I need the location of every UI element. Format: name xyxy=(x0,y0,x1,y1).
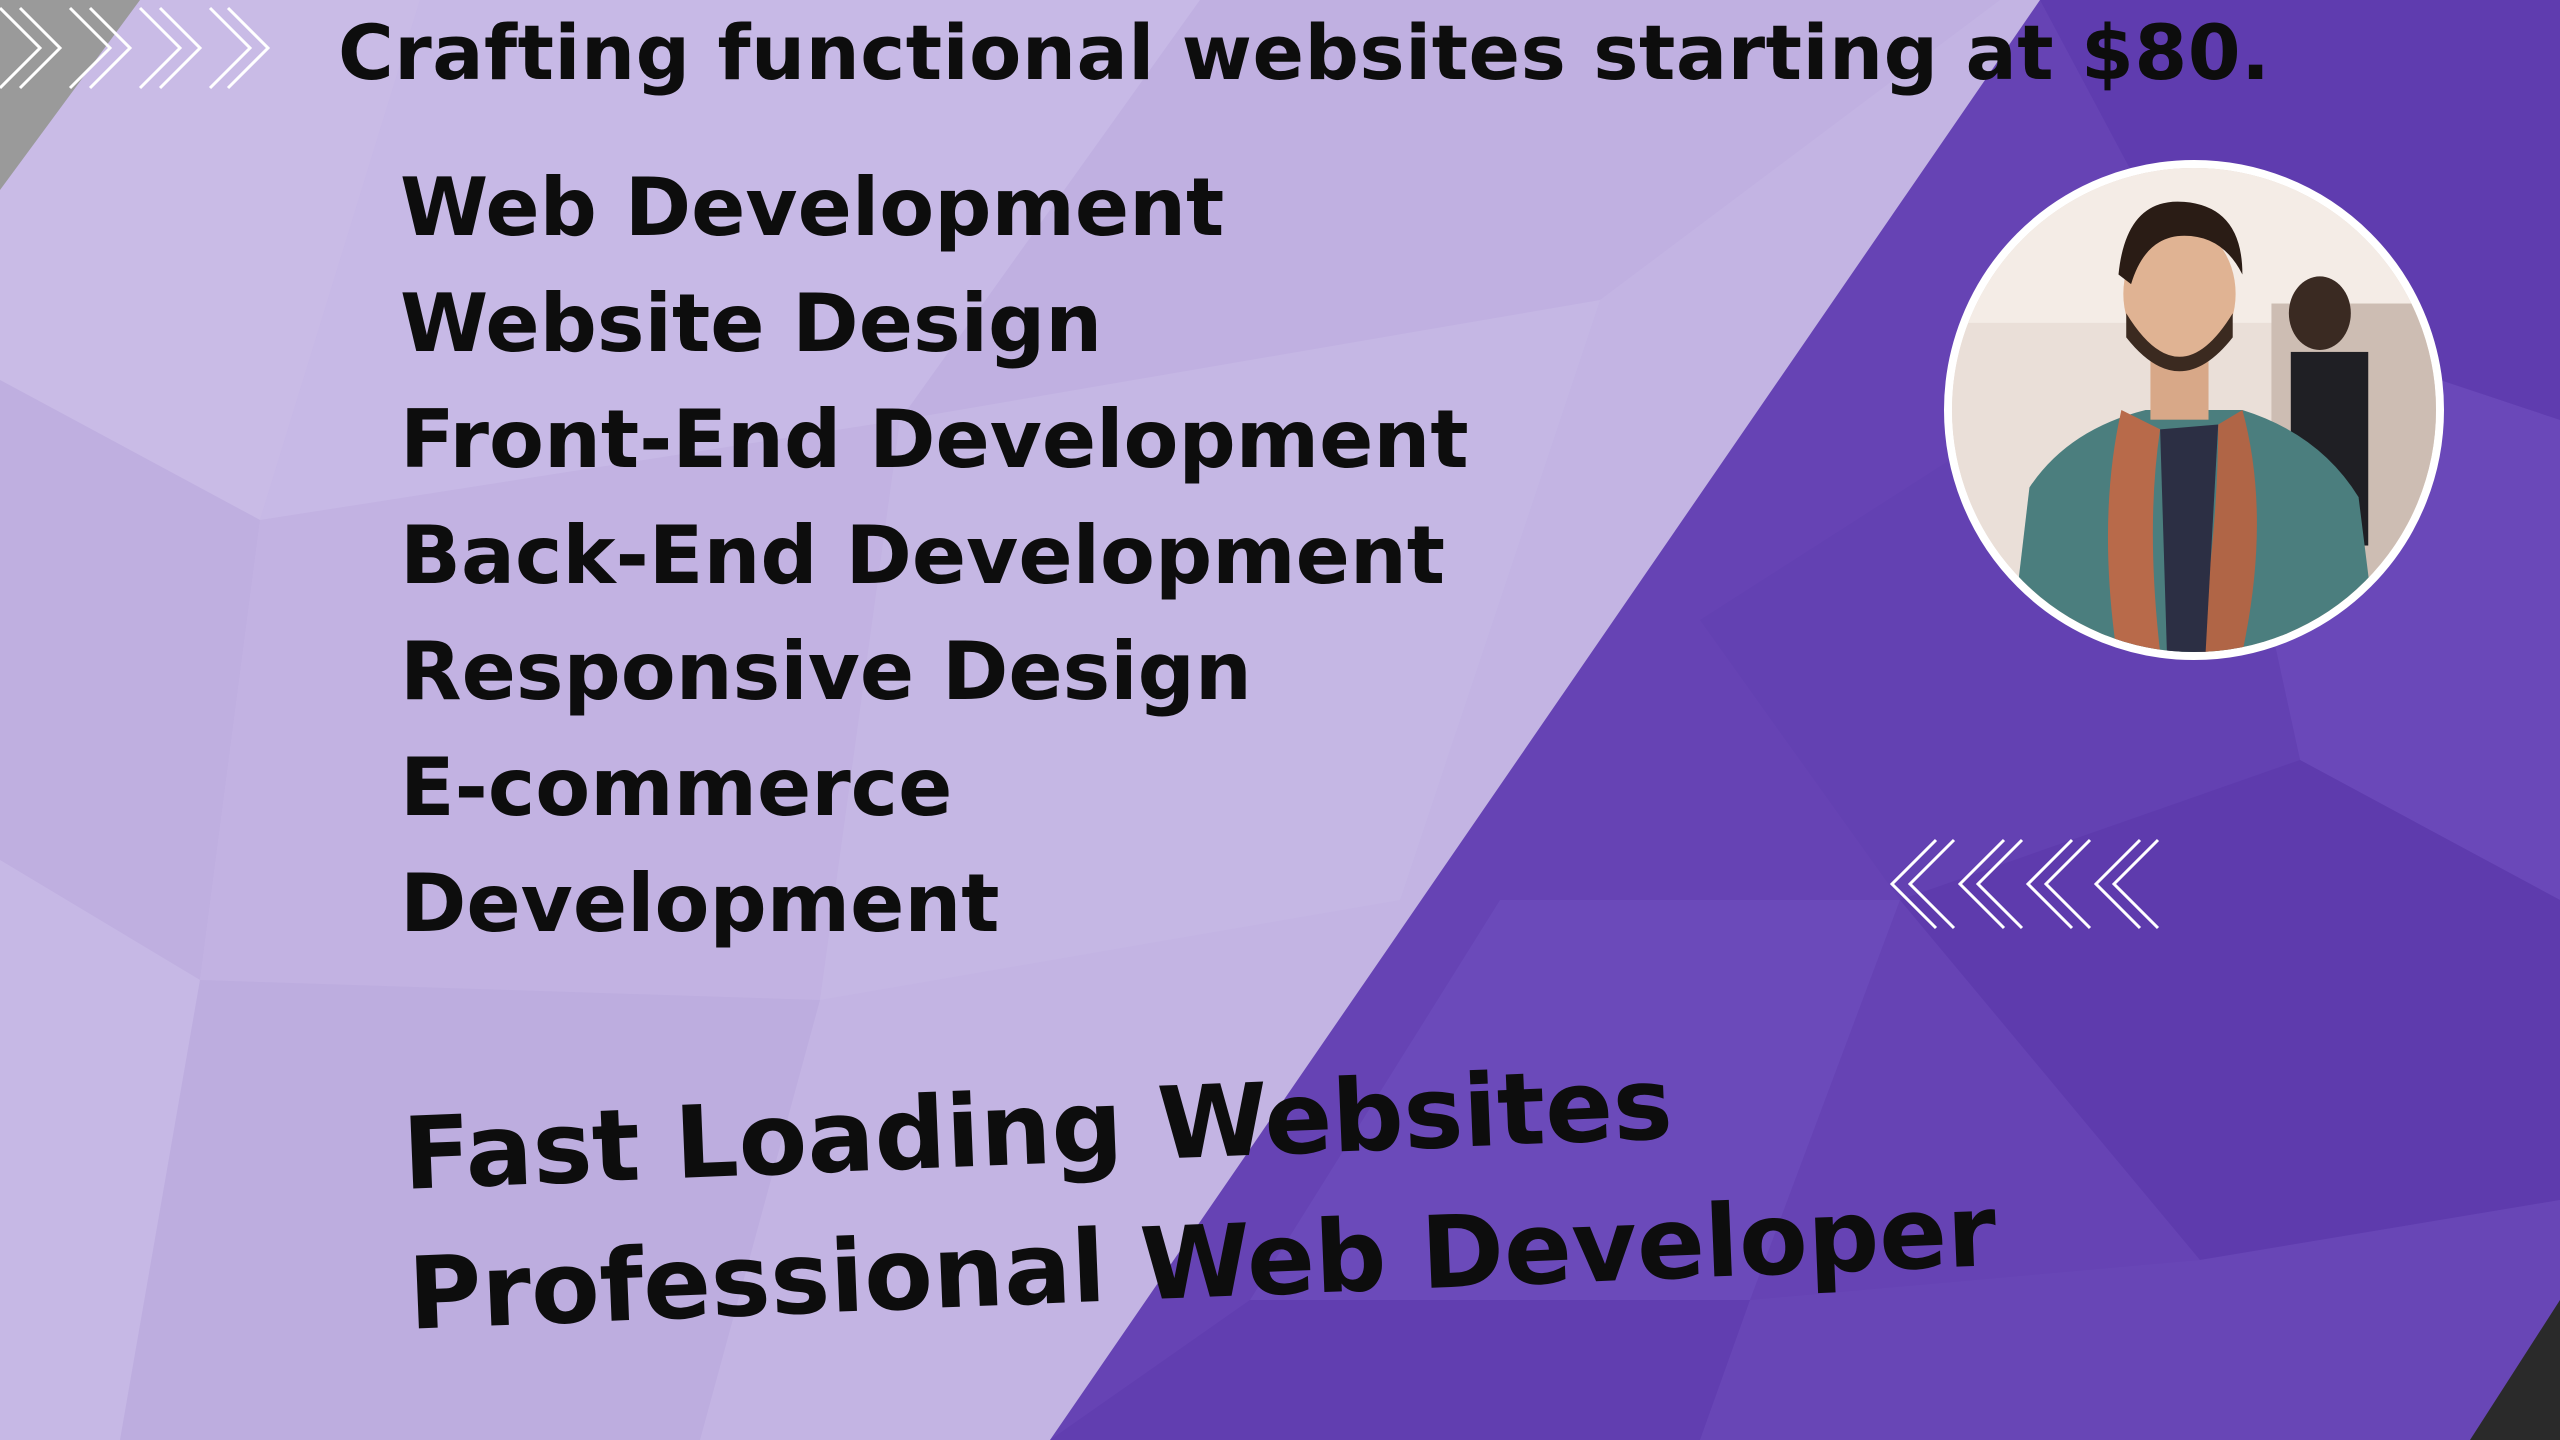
service-item: Responsive Design xyxy=(400,625,1252,718)
headline: Crafting functional websites starting at… xyxy=(338,8,2271,97)
service-item: E-commerce xyxy=(400,741,953,834)
service-item: Front-End Development xyxy=(400,393,1469,486)
profile-photo-art xyxy=(1952,168,2436,652)
service-item: Back-End Development xyxy=(400,509,1446,602)
gig-banner: Crafting functional websites starting at… xyxy=(0,0,2560,1440)
double-chevron-right-icon xyxy=(0,6,270,90)
double-chevron-left-icon xyxy=(1889,838,2160,930)
profile-photo xyxy=(1944,160,2444,660)
service-item: Web Development xyxy=(400,161,1225,254)
service-item: Website Design xyxy=(400,277,1103,370)
service-item: Development xyxy=(400,857,1000,950)
services-list: Web Development Website Design Front-End… xyxy=(400,150,1469,962)
